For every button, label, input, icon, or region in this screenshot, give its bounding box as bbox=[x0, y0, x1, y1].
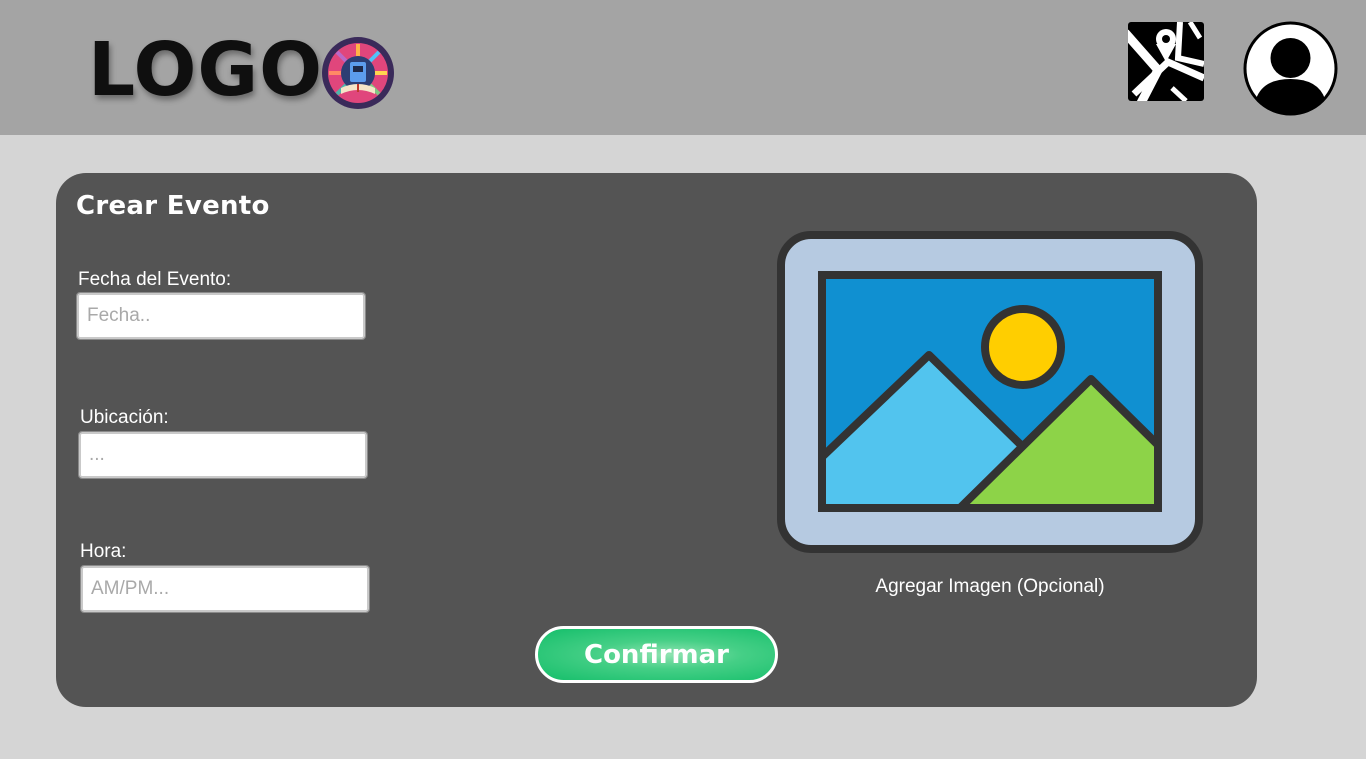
logo[interactable]: LOGO bbox=[88, 30, 395, 110]
create-event-card: Crear Evento Fecha del Evento: Ubicación… bbox=[56, 173, 1257, 707]
date-input[interactable] bbox=[76, 292, 366, 340]
image-placeholder-icon[interactable] bbox=[777, 231, 1203, 553]
time-input[interactable] bbox=[80, 565, 370, 613]
time-label: Hora: bbox=[80, 541, 127, 562]
library-badge-icon bbox=[322, 37, 395, 109]
logo-text: LOGO bbox=[88, 27, 324, 113]
confirm-button[interactable]: Confirmar bbox=[535, 626, 778, 683]
date-label: Fecha del Evento: bbox=[78, 269, 232, 290]
location-label: Ubicación: bbox=[80, 407, 169, 428]
user-avatar-icon[interactable] bbox=[1243, 21, 1338, 116]
location-input[interactable] bbox=[78, 431, 368, 479]
image-caption: Agregar Imagen (Opcional) bbox=[875, 576, 1105, 597]
top-header: LOGO bbox=[0, 0, 1366, 135]
map-icon[interactable] bbox=[1128, 22, 1204, 101]
page-title: Crear Evento bbox=[76, 191, 270, 221]
